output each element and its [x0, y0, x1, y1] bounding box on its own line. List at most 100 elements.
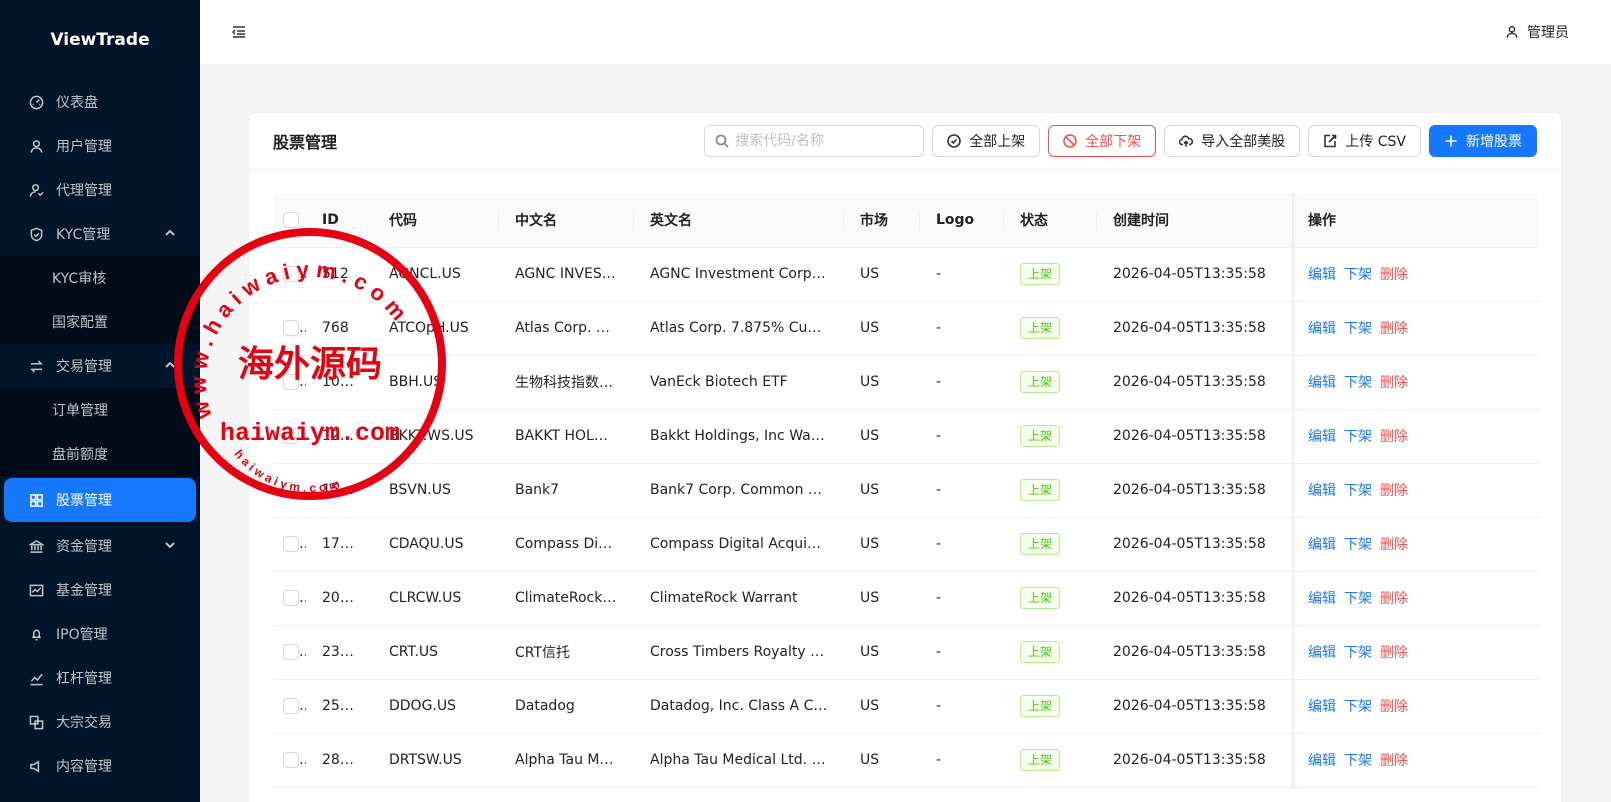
upload-csv-button[interactable]: 上传 CSV	[1308, 125, 1421, 157]
row-checkbox[interactable]	[283, 428, 299, 444]
cell-id: 512	[306, 247, 373, 302]
delist-link[interactable]: 下架	[1344, 645, 1372, 661]
row-checkbox[interactable]	[283, 266, 299, 282]
row-checkbox[interactable]	[283, 482, 299, 498]
delete-link[interactable]: 删除	[1380, 375, 1408, 391]
sidebar-item-funds-mgmt[interactable]: 资金管理	[0, 524, 200, 568]
row-checkbox[interactable]	[283, 536, 299, 552]
col-code: 代码	[373, 193, 499, 248]
col-cn-name: 中文名	[499, 193, 634, 248]
edit-link[interactable]: 编辑	[1308, 375, 1336, 391]
upload-file-icon	[1324, 134, 1337, 148]
cell-actions: 编辑 下架 删除	[1292, 301, 1539, 356]
edit-link[interactable]: 编辑	[1308, 753, 1336, 769]
cell-code: BSVN.US	[373, 463, 499, 518]
cell-actions: 编辑 下架 删除	[1292, 247, 1539, 302]
sidebar-item-label: 基金管理	[56, 583, 112, 599]
add-stock-button[interactable]: 新增股票	[1429, 125, 1537, 157]
delist-link[interactable]: 下架	[1344, 429, 1372, 445]
status-badge: 上架	[1020, 425, 1061, 447]
delist-link[interactable]: 下架	[1344, 483, 1372, 499]
sidebar-item-label: 交易管理	[56, 359, 112, 375]
delete-link[interactable]: 删除	[1380, 267, 1408, 283]
edit-link[interactable]: 编辑	[1308, 267, 1336, 283]
cell-code: CDAQU.US	[373, 517, 499, 572]
sidebar-item-country-config[interactable]: 国家配置	[0, 300, 200, 344]
cell-market: US	[844, 571, 920, 626]
sidebar-item-block-trade[interactable]: 大宗交易	[0, 700, 200, 744]
cell-created: 2026-04-05T13:35:58	[1097, 463, 1292, 518]
edit-link[interactable]: 编辑	[1308, 429, 1336, 445]
row-select-cell	[273, 301, 306, 356]
delete-link[interactable]: 删除	[1380, 429, 1408, 445]
edit-link[interactable]: 编辑	[1308, 699, 1336, 715]
delete-link[interactable]: 删除	[1380, 753, 1408, 769]
sidebar-item-stocks[interactable]: 股票管理	[4, 478, 196, 522]
sidebar-item-dashboard[interactable]: 仪表盘	[0, 80, 200, 124]
row-checkbox[interactable]	[283, 752, 299, 768]
sidebar-item-users[interactable]: 用户管理	[0, 124, 200, 168]
list-all-button[interactable]: 全部上架	[932, 125, 1041, 157]
menu-fold-icon[interactable]	[231, 24, 248, 40]
sidebar-item-orders[interactable]: 订单管理	[0, 388, 200, 432]
edit-link[interactable]: 编辑	[1308, 537, 1336, 553]
sidebar-item-label: 大宗交易	[56, 715, 112, 731]
sidebar-item-agents[interactable]: 代理管理	[0, 168, 200, 212]
edit-link[interactable]: 编辑	[1308, 321, 1336, 337]
status-badge: 上架	[1020, 317, 1061, 339]
delist-link[interactable]: 下架	[1344, 321, 1372, 337]
row-checkbox[interactable]	[283, 590, 299, 606]
sidebar-item-label: KYC审核	[52, 271, 107, 287]
sidebar-item-kyc[interactable]: KYC管理	[0, 212, 200, 256]
delist-all-button[interactable]: 全部下架	[1048, 125, 1157, 157]
import-us-button[interactable]: 导入全部美股	[1164, 125, 1301, 157]
edit-link[interactable]: 编辑	[1308, 591, 1336, 607]
sidebar-item-funds[interactable]: 基金管理	[0, 568, 200, 612]
delist-link[interactable]: 下架	[1344, 591, 1372, 607]
delist-link[interactable]: 下架	[1344, 267, 1372, 283]
row-checkbox[interactable]	[283, 644, 299, 660]
cell-logo: -	[920, 463, 1004, 518]
edit-link[interactable]: 编辑	[1308, 483, 1336, 499]
cell-market: US	[844, 409, 920, 464]
sidebar-item-content[interactable]: 内容管理	[0, 744, 200, 788]
row-select-cell	[273, 517, 306, 572]
delete-link[interactable]: 删除	[1380, 645, 1408, 661]
agent-icon	[28, 182, 44, 198]
sidebar-item-label: 股票管理	[56, 493, 112, 509]
search-input[interactable]	[735, 133, 906, 149]
delete-link[interactable]: 删除	[1380, 699, 1408, 715]
sidebar-item-trading[interactable]: 交易管理	[0, 344, 200, 388]
delete-link[interactable]: 删除	[1380, 483, 1408, 499]
row-checkbox[interactable]	[283, 698, 299, 714]
cell-status: 上架	[1004, 355, 1097, 410]
col-id: ID	[306, 193, 373, 248]
search-box[interactable]	[704, 125, 925, 157]
col-created: 创建时间	[1097, 193, 1292, 248]
user-menu[interactable]: 管理员	[1505, 22, 1569, 42]
edit-link[interactable]: 编辑	[1308, 645, 1336, 661]
delete-link[interactable]: 删除	[1380, 591, 1408, 607]
delete-link[interactable]: 删除	[1380, 321, 1408, 337]
sidebar-item-ipo[interactable]: IPO管理	[0, 612, 200, 656]
cell-id: 2048	[306, 571, 373, 626]
row-checkbox[interactable]	[283, 374, 299, 390]
delist-link[interactable]: 下架	[1344, 375, 1372, 391]
cell-cn-name: Atlas Corp. 7.8...	[499, 301, 634, 356]
sidebar-item-label: 国家配置	[52, 315, 108, 331]
add-stock-label: 新增股票	[1466, 134, 1522, 150]
sidebar-item-kyc-review[interactable]: KYC审核	[0, 256, 200, 300]
cell-logo: -	[920, 571, 1004, 626]
sidebar-item-premarket-quota[interactable]: 盘前额度	[0, 432, 200, 476]
delist-link[interactable]: 下架	[1344, 753, 1372, 769]
row-checkbox[interactable]	[283, 320, 299, 336]
delete-link[interactable]: 删除	[1380, 537, 1408, 553]
delist-link[interactable]: 下架	[1344, 699, 1372, 715]
chevron-up-icon	[164, 227, 178, 241]
select-all-checkbox[interactable]	[283, 211, 299, 228]
sidebar-item-leverage[interactable]: 杠杆管理	[0, 656, 200, 700]
cell-cn-name: ClimateRock W...	[499, 571, 634, 626]
import-us-label: 导入全部美股	[1201, 134, 1286, 150]
status-badge: 上架	[1020, 641, 1061, 663]
delist-link[interactable]: 下架	[1344, 537, 1372, 553]
